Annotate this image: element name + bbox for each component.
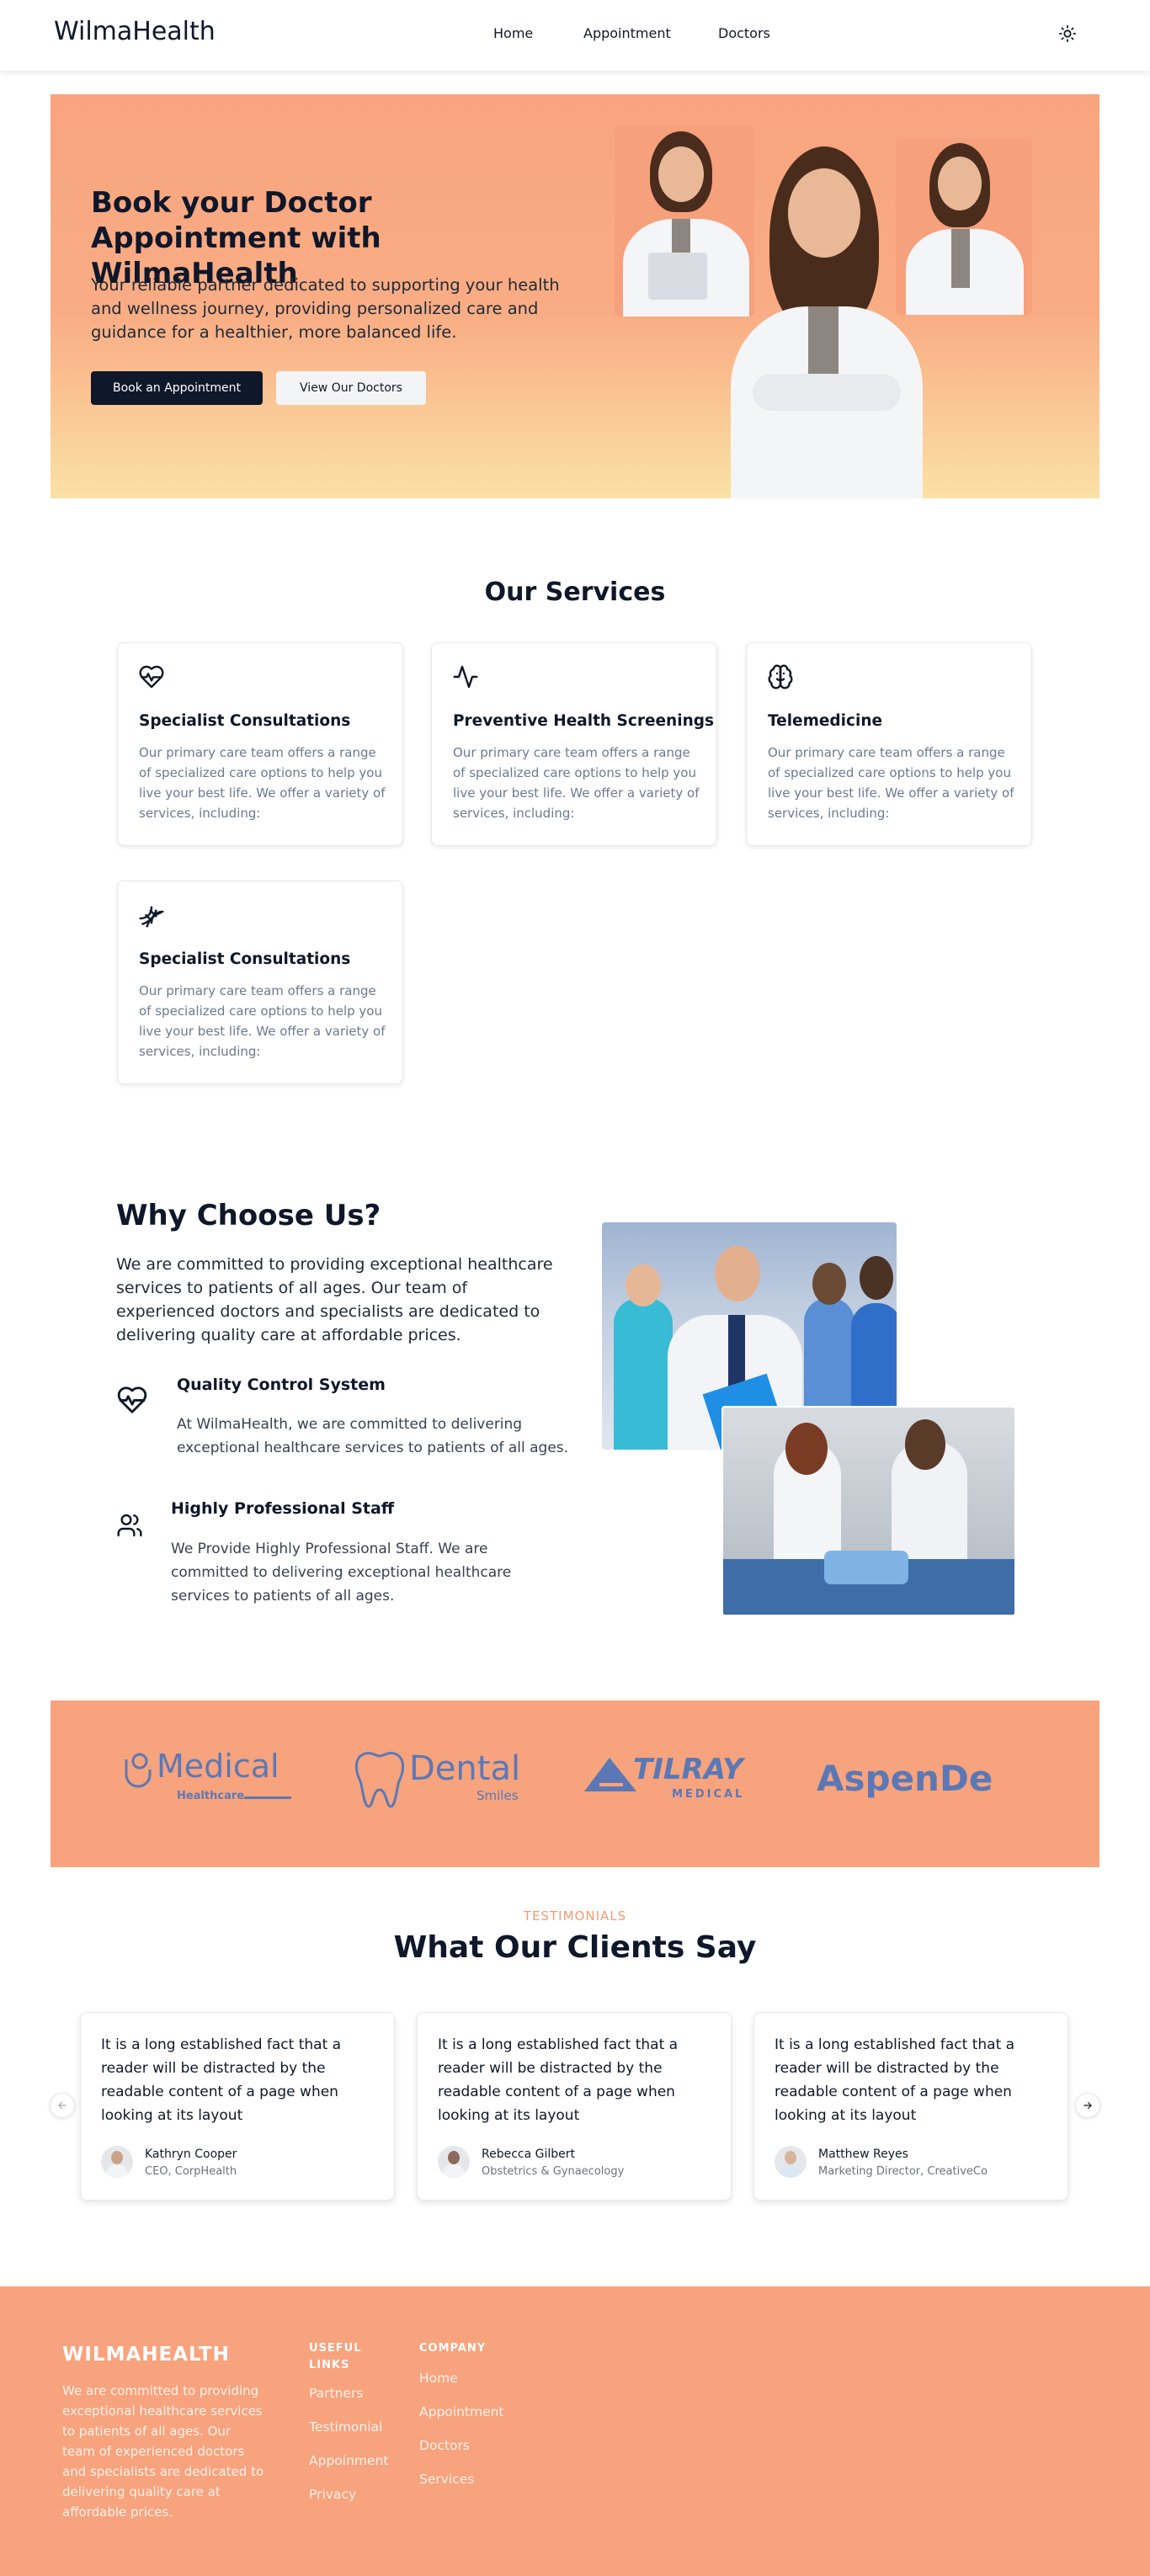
footer-link-doctors[interactable]: Doctors — [419, 2438, 470, 2453]
view-doctors-button[interactable]: View Our Doctors — [276, 371, 426, 405]
service-card[interactable]: Telemedicine Our primary care team offer… — [746, 642, 1032, 846]
activity-icon — [452, 663, 479, 690]
footer-link-appoinment[interactable]: Appoinment — [309, 2453, 388, 2468]
partner-logo-aspende: AspenDe — [817, 1758, 993, 1799]
footer: WILMAHEALTH We are committed to providin… — [0, 2286, 1150, 2576]
service-description: Our primary care team offers a range of … — [139, 745, 386, 821]
users-icon — [116, 1512, 148, 1544]
service-card[interactable]: Specialist Consultations Our primary car… — [117, 642, 403, 846]
testimonial-quote: It is a long established fact that a rea… — [775, 2036, 1015, 2124]
footer-brand: WILMAHEALTH — [62, 2344, 230, 2366]
partner-logo-tilray: TILRAY MEDICAL — [584, 1753, 761, 1812]
footer-link-testimonial[interactable]: Testimonial — [309, 2419, 382, 2435]
partner-logo-dental: Dental Smiles — [350, 1744, 535, 1817]
footer-company-heading: COMPANY — [419, 2342, 487, 2355]
partner-logo-medical: Medical Healthcare — [118, 1748, 295, 1815]
service-description: Our primary care team offers a range of … — [768, 745, 1014, 821]
service-card[interactable]: Specialist Consultations Our primary car… — [117, 881, 403, 1084]
brand-logo[interactable]: WilmaHealth — [54, 17, 216, 46]
doctor-image-center — [727, 146, 926, 498]
testimonials-kicker: TESTIMONIALS — [523, 1908, 627, 1924]
feature-title: Highly Professional Staff — [171, 1499, 395, 1518]
top-navbar: WilmaHealth Home Appointment Doctors — [0, 0, 1150, 71]
services-title: Our Services — [484, 577, 666, 607]
avatar — [101, 2146, 133, 2178]
partners-banner: Medical Healthcare Dental Smiles TILRAY … — [51, 1700, 1099, 1867]
footer-link-appointment[interactable]: Appointment — [419, 2404, 504, 2419]
testimonial-quote: It is a long established fact that a rea… — [438, 2036, 679, 2124]
nav-link-home[interactable]: Home — [493, 25, 533, 41]
testimonial-name: Matthew Reyes — [818, 2148, 908, 2161]
nav-link-appointment[interactable]: Appointment — [583, 25, 671, 41]
why-choose-us-title: Why Choose Us? — [116, 1199, 381, 1232]
service-description: Our primary care team offers a range of … — [453, 745, 700, 821]
service-title: Specialist Consultations — [139, 712, 351, 730]
service-title: Preventive Health Screenings — [453, 712, 714, 730]
testimonial-card: It is a long established fact that a rea… — [80, 2012, 395, 2201]
footer-description: We are committed to providing exceptiona… — [62, 2383, 264, 2520]
footer-link-services[interactable]: Services — [419, 2472, 474, 2487]
avatar — [438, 2146, 470, 2178]
avatar — [775, 2146, 807, 2178]
arrow-left-icon[interactable] — [50, 2093, 75, 2118]
service-card[interactable]: Preventive Health Screenings Our primary… — [431, 642, 717, 846]
service-description: Our primary care team offers a range of … — [139, 983, 386, 1059]
sun-icon[interactable] — [1058, 24, 1077, 43]
testimonial-card: It is a long established fact that a rea… — [417, 2012, 732, 2201]
doctors-working-photo — [721, 1406, 1016, 1616]
arrow-right-icon[interactable] — [1075, 2093, 1100, 2118]
testimonial-quote: It is a long established fact that a rea… — [101, 2036, 342, 2124]
feature-title: Quality Control System — [177, 1376, 386, 1394]
testimonial-role: Obstetrics & Gynaecology — [482, 2165, 625, 2178]
service-title: Specialist Consultations — [139, 950, 351, 968]
dna-icon — [138, 902, 165, 929]
service-title: Telemedicine — [768, 712, 883, 730]
why-choose-us-description: We are committed to providing exceptiona… — [116, 1255, 553, 1344]
book-appointment-button[interactable]: Book an Appointment — [91, 371, 263, 405]
testimonial-name: Rebecca Gilbert — [482, 2148, 576, 2161]
feature-description: At WilmaHealth, we are committed to deli… — [177, 1416, 569, 1456]
hero-description: Your reliable partner dedicated to suppo… — [91, 275, 560, 342]
testimonials-title: What Our Clients Say — [393, 1930, 757, 1965]
footer-link-privacy[interactable]: Privacy — [309, 2487, 356, 2502]
heart-pulse-icon — [116, 1384, 148, 1416]
footer-useful-links-heading: USEFUL LINKS — [309, 2342, 362, 2371]
testimonial-role: Marketing Director, CreativeCo — [818, 2165, 988, 2178]
nav-link-doctors[interactable]: Doctors — [718, 25, 770, 41]
testimonial-card: It is a long established fact that a rea… — [753, 2012, 1068, 2201]
footer-link-home[interactable]: Home — [419, 2371, 458, 2386]
brain-icon — [767, 663, 794, 690]
footer-link-partners[interactable]: Partners — [309, 2386, 363, 2401]
heart-pulse-icon — [138, 663, 165, 690]
testimonial-name: Kathryn Cooper — [145, 2148, 237, 2161]
feature-description: We Provide Highly Professional Staff. We… — [171, 1541, 512, 1605]
testimonial-role: CEO, CorpHealth — [145, 2165, 237, 2178]
hero-banner: Book your Doctor Appointment with WilmaH… — [51, 94, 1099, 498]
